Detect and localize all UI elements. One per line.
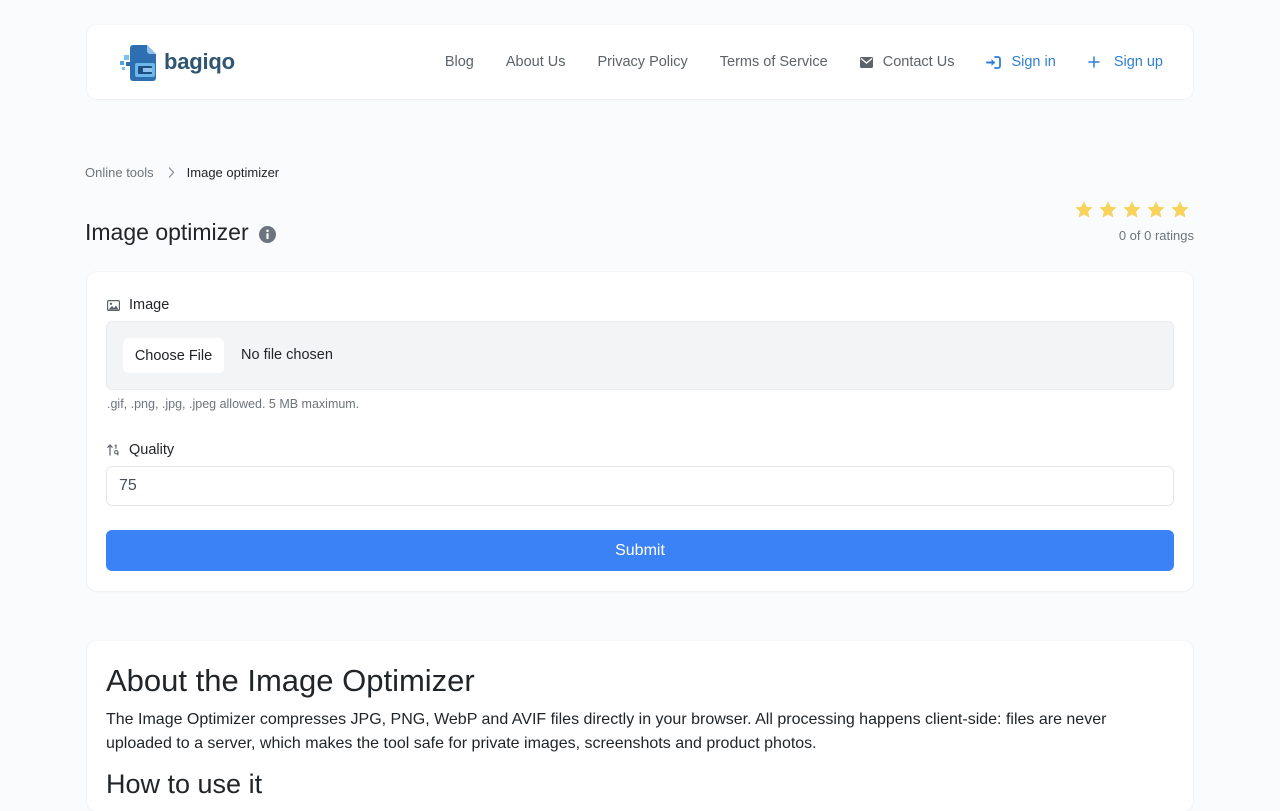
nav-link-blog[interactable]: Blog [445,54,474,70]
star-icon-2[interactable] [1098,200,1118,220]
star-rating [1074,200,1190,220]
nav-link-terms-of-service[interactable]: Terms of Service [720,54,828,70]
brand-name: bagiqo [164,49,235,74]
bagiqo-logo-icon [120,45,156,81]
star-icon-1[interactable] [1074,200,1094,220]
nav-link-privacy-policy[interactable]: Privacy Policy [598,54,688,70]
nav-link-about-us[interactable]: About Us [506,54,566,70]
about-title: About the Image Optimizer [106,663,475,698]
file-help-text: .gif, .png, .jpg, .jpeg allowed. 5 MB ma… [107,397,360,411]
breadcrumb: Online tools Image optimizer [85,165,279,180]
quality-field-label-text: Quality [129,442,175,458]
breadcrumb-current: Image optimizer [186,165,280,180]
nav-link-contact-us[interactable]: Contact Us [859,54,955,70]
chevron-right-icon [168,167,175,178]
navbar: bagiqo Blog About Us Privacy Policy Term… [87,25,1193,99]
envelope-icon [859,56,873,68]
star-icon-5[interactable] [1170,200,1190,220]
sign-in-label: Sign in [1011,54,1056,70]
rating-summary: 0 of 0 ratings [1118,228,1194,243]
page-title: Image optimizer [85,219,276,246]
breadcrumb-online-tools[interactable]: Online tools [85,165,154,180]
how-to-title: How to use it [106,769,263,799]
sign-in-icon [986,55,1002,69]
about-section: About the Image Optimizer The Image Opti… [87,641,1193,811]
quality-field-label: Quality [107,442,174,458]
about-body: The Image Optimizer compresses JPG, PNG,… [106,711,1107,752]
brand-logo[interactable]: bagiqo [119,41,235,83]
nav-links: Blog About Us Privacy Policy Terms of Se… [413,25,1163,99]
submit-button[interactable]: Submit [106,530,1174,571]
file-input[interactable]: Choose File No file chosen [106,321,1174,390]
choose-file-button[interactable]: Choose File [123,338,224,373]
sign-in-link[interactable]: Sign in [986,54,1056,70]
optimizer-form-card: Image Choose File No file chosen .gif, .… [87,272,1193,591]
image-field-label-text: Image [129,297,170,313]
sort-numeric-icon [107,444,120,456]
rating-widget: 0 of 0 ratings [1074,200,1194,243]
sign-up-link[interactable]: Sign up [1088,54,1163,70]
quality-input[interactable] [106,466,1174,506]
file-status: No file chosen [241,347,333,363]
page-title-text: Image optimizer [85,219,249,245]
nav-link-contact-us-label: Contact Us [882,54,955,70]
info-icon[interactable] [258,225,276,243]
image-icon [107,299,120,311]
plus-icon [1088,56,1100,68]
star-icon-4[interactable] [1146,200,1166,220]
star-icon-3[interactable] [1122,200,1142,220]
sign-up-label: Sign up [1113,54,1163,70]
image-field-label: Image [107,297,169,313]
